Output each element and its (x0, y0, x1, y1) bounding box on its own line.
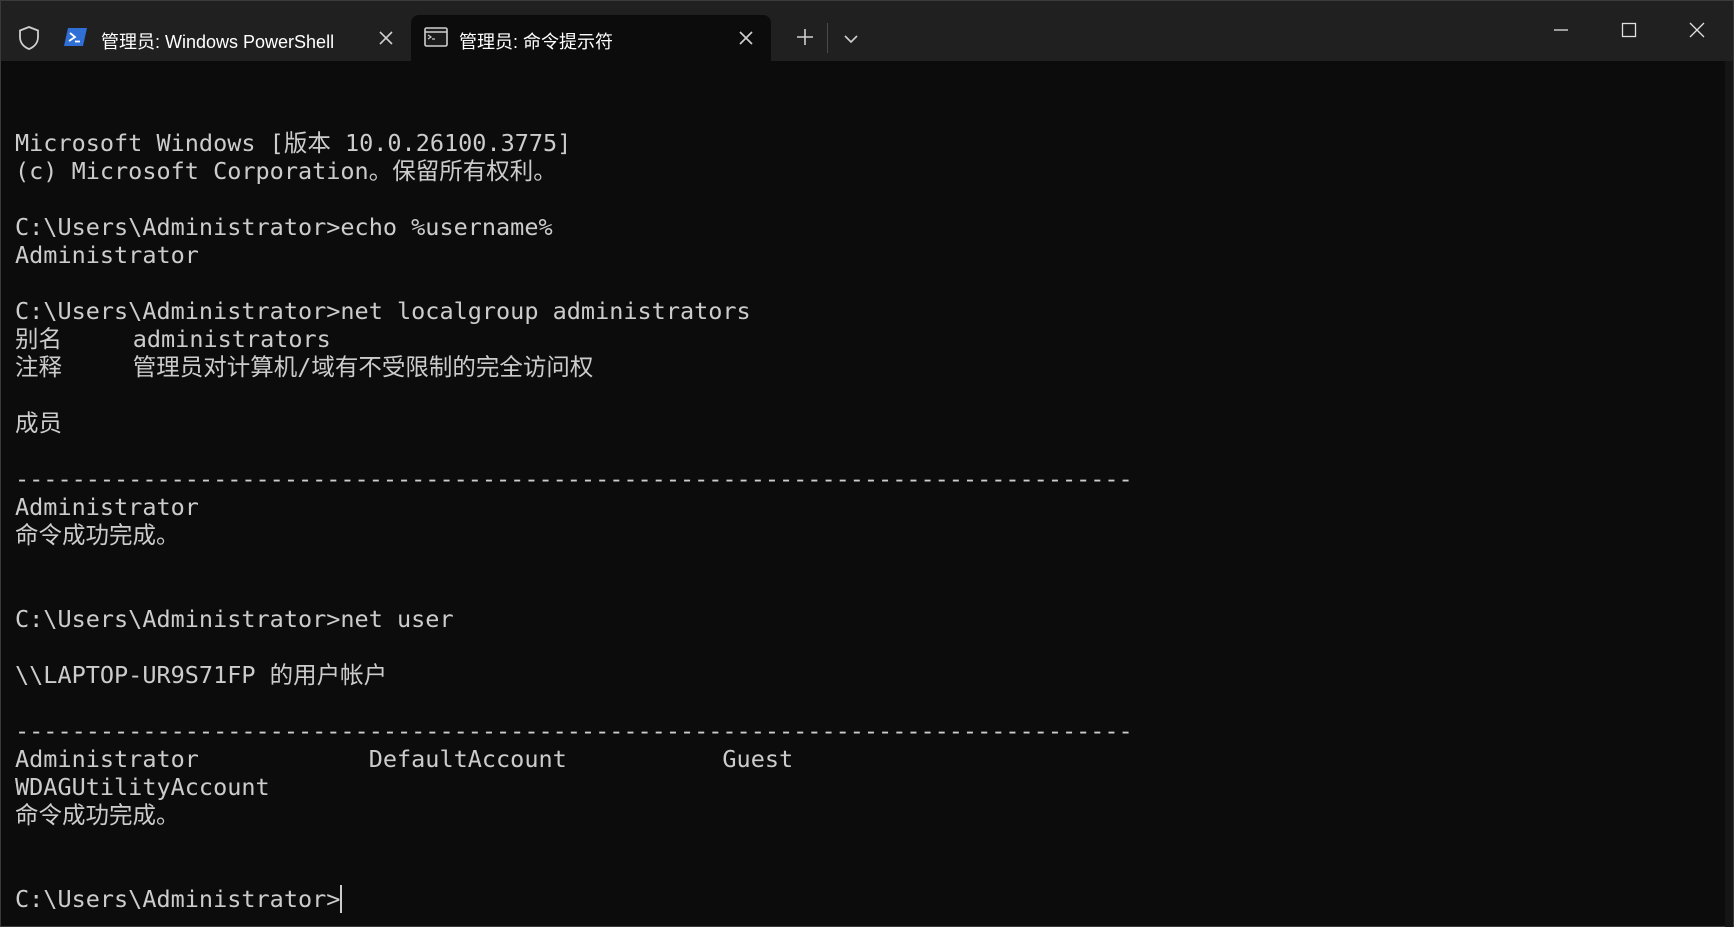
console-line: C:\Users\Administrator>net user (15, 605, 454, 633)
tab-label: 管理员: 命令提示符 (459, 32, 614, 52)
cmd-icon (423, 25, 449, 49)
command-prompt[interactable]: C:\Users\Administrator> (15, 885, 1709, 913)
console-line: C:\Users\Administrator>echo %username% (15, 213, 553, 241)
shield-icon (17, 25, 41, 51)
tab-label: 管理员: Windows PowerShell (101, 32, 335, 52)
console-line: WDAGUtilityAccount (15, 773, 270, 801)
prompt-text: C:\Users\Administrator> (15, 885, 341, 913)
close-icon[interactable] (375, 27, 397, 49)
maximize-icon (1621, 22, 1637, 38)
console-line: 别名 administrators (15, 325, 331, 353)
title-bar: 管理员: Windows PowerShell 管理员: 命令提示符 (1, 1, 1733, 61)
console-line: (c) Microsoft Corporation。保留所有权利。 (15, 157, 557, 185)
tab-powershell[interactable]: 管理员: Windows PowerShell (53, 15, 411, 61)
close-window-button[interactable] (1663, 1, 1731, 61)
console-line: 命令成功完成。 (15, 521, 180, 549)
close-icon (1689, 22, 1705, 38)
console-line: Administrator (15, 493, 199, 521)
console-line: 命令成功完成。 (15, 801, 180, 829)
console-line: ----------------------------------------… (15, 465, 1133, 493)
scrollbar[interactable] (1725, 61, 1733, 927)
terminal-window: 管理员: Windows PowerShell 管理员: 命令提示符 Micro… (0, 0, 1734, 927)
tab-cmd[interactable]: 管理员: 命令提示符 (411, 15, 771, 61)
text-cursor (340, 885, 343, 913)
console-line: 注释 管理员对计算机/域有不受限制的完全访问权 (15, 353, 594, 381)
console-line: Administrator (15, 241, 199, 269)
chevron-down-icon[interactable] (837, 25, 865, 53)
console-line: Microsoft Windows [版本 10.0.26100.3775] (15, 129, 572, 157)
tab-divider (827, 23, 828, 53)
console-line: Administrator DefaultAccount Guest (15, 745, 794, 773)
maximize-button[interactable] (1595, 1, 1663, 61)
console-line: C:\Users\Administrator>net localgroup ad… (15, 297, 751, 325)
powershell-icon (63, 25, 89, 49)
console-line: 成员 (15, 409, 62, 437)
minimize-button[interactable] (1527, 1, 1595, 61)
close-icon[interactable] (735, 27, 757, 49)
console-output[interactable]: Microsoft Windows [版本 10.0.26100.3775] (c… (15, 73, 1709, 926)
console-line: \\LAPTOP-UR9S71FP 的用户帐户 (15, 661, 388, 689)
console-line: ----------------------------------------… (15, 717, 1133, 745)
minimize-icon (1554, 29, 1568, 31)
plus-icon[interactable] (791, 23, 819, 51)
